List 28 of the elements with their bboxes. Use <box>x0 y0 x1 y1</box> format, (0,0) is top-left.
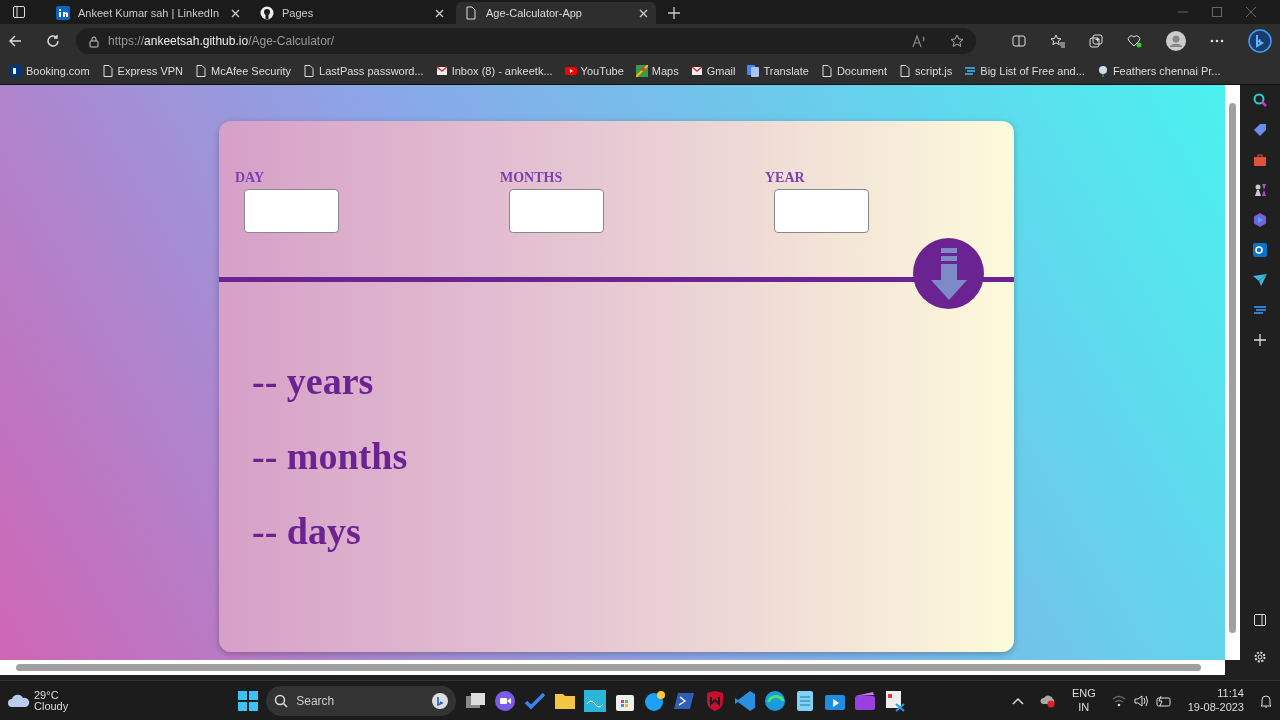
language-indicator[interactable]: ENG IN <box>1071 686 1096 715</box>
browser-tab[interactable]: Pages <box>252 2 452 24</box>
field-label: YEAR <box>765 169 806 187</box>
browser-tab[interactable]: Ankeet Kumar sah | LinkedIn <box>48 2 248 24</box>
search-field[interactable]: Search <box>266 685 457 716</box>
bookmark-link[interactable]: Big List of Free and... <box>958 62 1091 80</box>
field-label: MONTHS <box>500 169 564 187</box>
browser-tab[interactable]: Age-Calculator-App <box>456 2 656 24</box>
clock[interactable]: 11:14 19-08-2023 <box>1187 686 1244 715</box>
weather-widget[interactable]: 29°C Cloudy <box>34 689 69 712</box>
bookmark-link[interactable]: script.js <box>893 62 959 80</box>
bookmark-link[interactable]: McAfee Security <box>189 62 298 80</box>
bookmark-link[interactable]: Translate <box>741 62 815 80</box>
bookmark-link[interactable]: Maps <box>629 62 685 80</box>
bookmark-link[interactable]: Express VPN <box>95 62 189 80</box>
address-bar[interactable]: https://ankeetsah.github.io/Age-Calculator/ <box>76 28 976 54</box>
url-text: https://ankeetsah.github.io/Age-Calculator/ <box>108 33 335 50</box>
bookmark-link[interactable]: LastPass password... <box>297 62 430 80</box>
result-text: -- days <box>252 512 362 550</box>
bookmark-link[interactable]: Feathers chennai Pr... <box>1090 62 1227 80</box>
bookmark-link[interactable]: Inbox (8) - ankeetk... <box>429 62 559 80</box>
result-text: -- months <box>252 437 409 475</box>
bookmark-link[interactable]: Gmail <box>684 62 742 80</box>
bookmark-link[interactable]: Booking.com <box>4 62 96 80</box>
result-text: -- years <box>252 362 375 400</box>
bookmark-link[interactable]: YouTube <box>558 62 630 80</box>
field-label: DAY <box>235 169 266 187</box>
bookmark-link[interactable]: Document <box>814 62 894 80</box>
